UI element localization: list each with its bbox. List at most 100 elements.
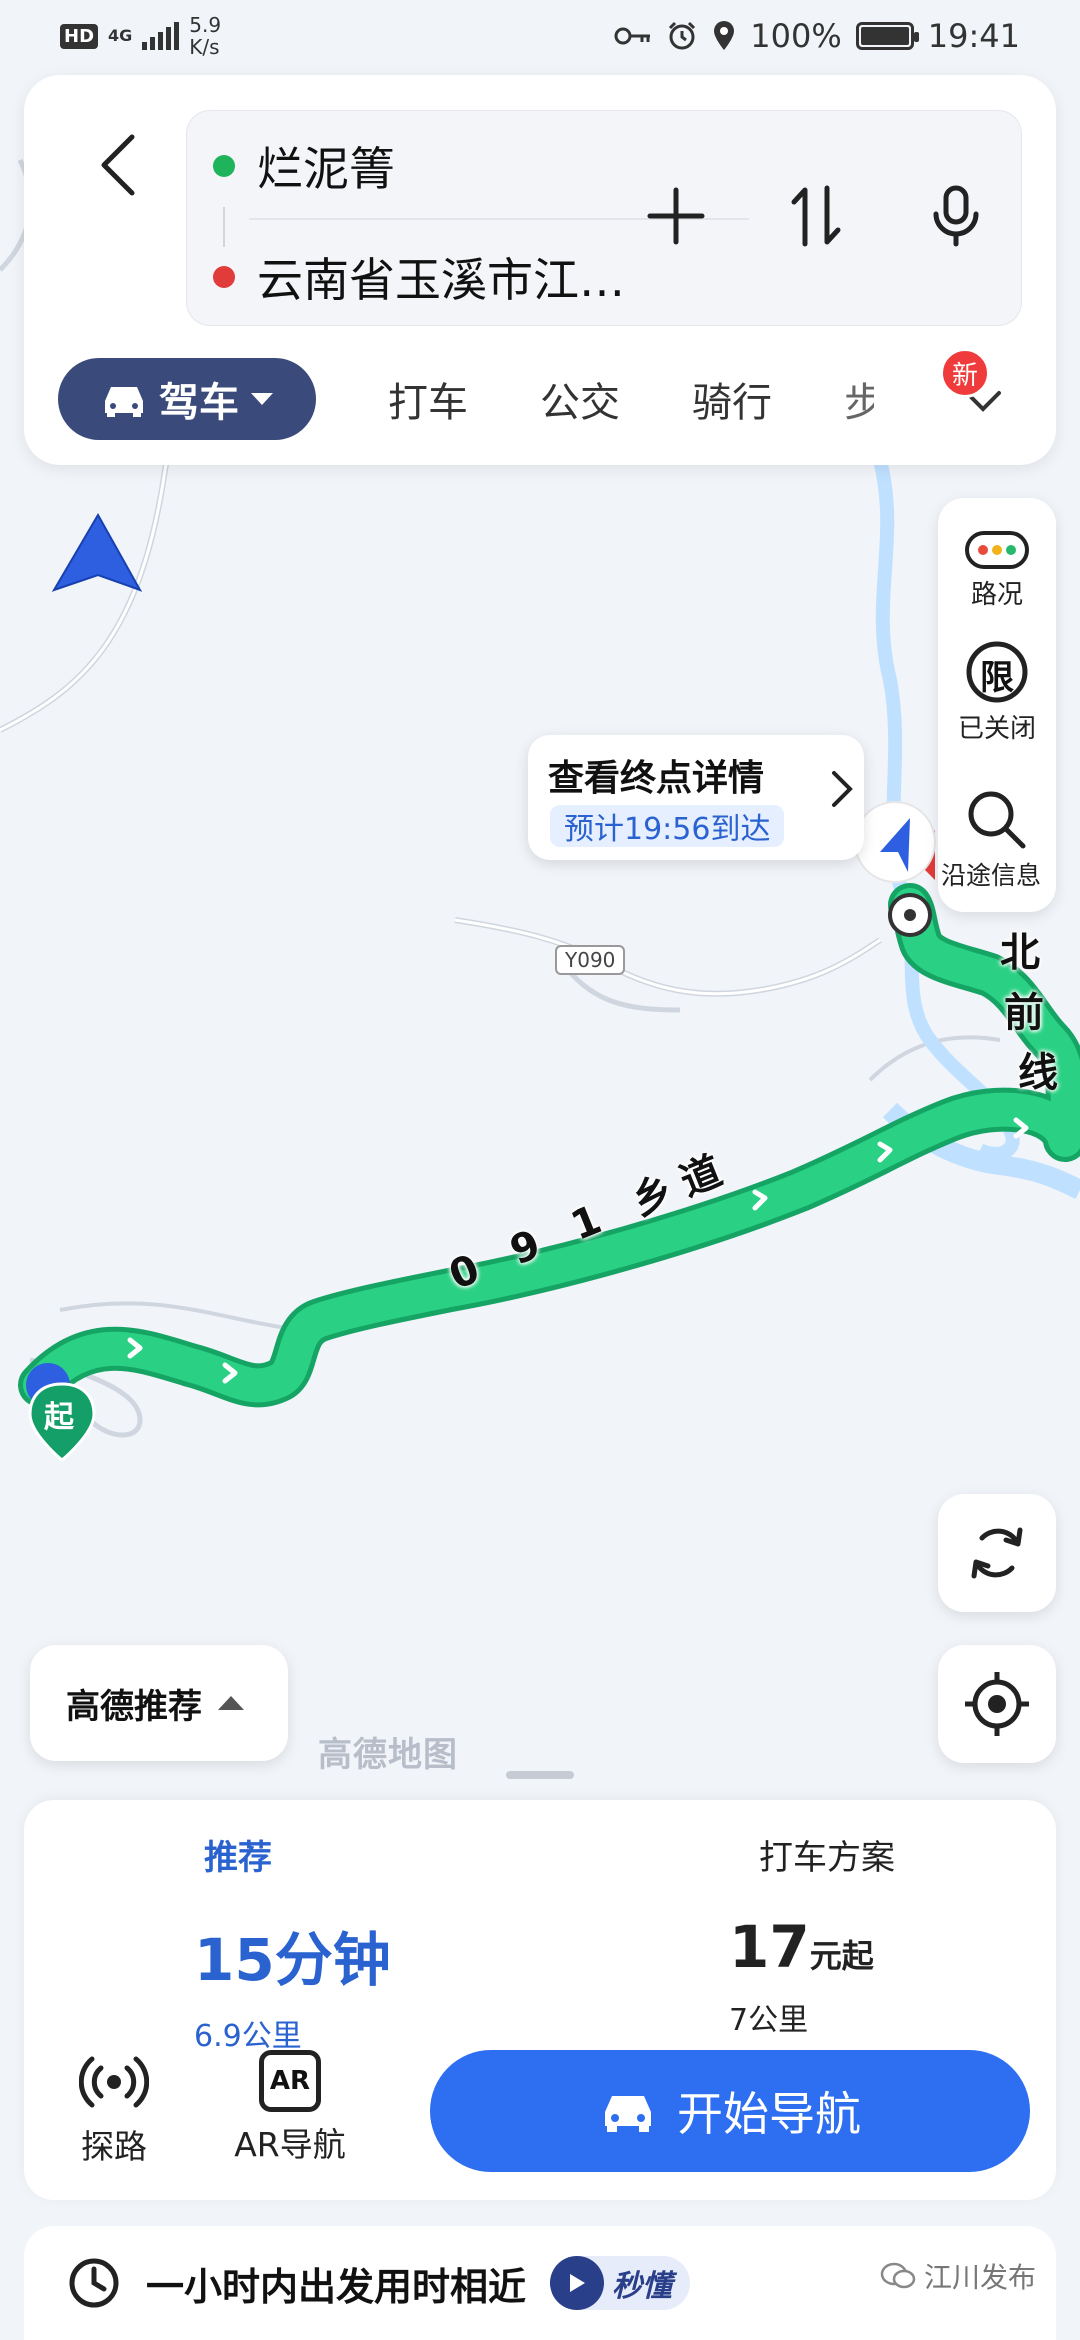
start-marker-label: 起: [44, 1400, 74, 1435]
explore-label: 探路: [81, 2127, 147, 2166]
road-shield: Y090: [555, 945, 626, 975]
net-speed-value: 5.9: [189, 13, 222, 37]
plan-tag: 打车方案: [759, 1838, 895, 1878]
map-road: [454, 918, 881, 996]
key-icon: [614, 27, 651, 45]
source-watermark: 江川发布: [880, 2256, 1036, 2296]
back-button[interactable]: [68, 115, 168, 215]
locate-me-button[interactable]: [938, 1645, 1056, 1763]
clock: 19:41: [927, 17, 1020, 55]
tab-drive[interactable]: 驾车: [58, 358, 316, 440]
plan-distance: 6.9公里: [194, 2019, 302, 2054]
road-label-beiqian-3: 线: [1018, 1050, 1058, 1096]
origin-text: 烂泥箐: [257, 142, 395, 196]
destination-callout[interactable]: 查看终点详情 预计19:56到达: [528, 735, 864, 860]
swap-button[interactable]: [781, 181, 851, 251]
location-icon: [714, 21, 735, 50]
hd-indicator: HD: [60, 23, 99, 49]
location-arrow-icon: [51, 512, 143, 592]
add-waypoint-button[interactable]: [641, 181, 711, 251]
more-modes-button[interactable]: 新: [940, 348, 1008, 426]
source-name: 江川发布: [923, 2261, 1036, 2294]
back-arrow-icon: [101, 134, 135, 196]
battery-icon: [855, 22, 919, 50]
plan-tag: 推荐: [204, 1838, 272, 1878]
recommend-label: 高德推荐: [66, 1686, 202, 1727]
destination-dot-icon: [213, 266, 235, 288]
route-plans-sheet: 推荐 15分钟 6.9公里 打车方案 17元起 7公里 探路 AR AR导航 开…: [24, 1800, 1056, 2200]
car-icon: [105, 387, 143, 417]
wechat-icon: [880, 2262, 916, 2289]
new-badge: 新: [940, 348, 990, 398]
crosshair-icon: [965, 1672, 1029, 1736]
ar-icon-text: AR: [269, 2066, 311, 2096]
map-road: [59, 1301, 301, 1332]
route-card: 烂泥箐 云南省玉溪市江… 驾车 打车 公交 骑行 步 新: [24, 75, 1056, 465]
map-layers-panel: 路况 限 已关闭 沿途信息: [938, 498, 1056, 912]
eta-badge: 预计19:56到达: [550, 805, 785, 847]
refresh-route-button[interactable]: [938, 1494, 1056, 1612]
battery-fill: [860, 27, 909, 45]
car-icon: [605, 2096, 651, 2132]
plan-recommended[interactable]: 推荐 15分钟 6.9公里: [194, 1830, 391, 2055]
search-icon: [968, 791, 1026, 849]
net-speed: 5.9 K/s: [189, 14, 221, 58]
ar-icon: AR: [259, 2050, 321, 2112]
explore-button[interactable]: 探路: [44, 2050, 184, 2168]
origin-dot-icon: [213, 155, 235, 177]
plan-price: 17元起: [729, 1913, 895, 1981]
clock-icon: [69, 2258, 119, 2308]
start-navigation-label: 开始导航: [677, 2087, 861, 2141]
plus-icon: [647, 187, 705, 245]
plan-taxi[interactable]: 打车方案 17元起 7公里: [729, 1830, 895, 2039]
destination-callout-title: 查看终点详情: [548, 758, 765, 799]
destination-row[interactable]: 云南省玉溪市江…: [213, 244, 625, 310]
status-bar: HD 4G 5.9 K/s 100% 19:41: [0, 0, 1080, 72]
battery-percent: 100%: [750, 17, 842, 55]
route-actions: [641, 181, 991, 251]
route-connector: [223, 207, 225, 247]
plan-distance: 7公里: [729, 2003, 809, 2038]
recommend-selector[interactable]: 高德推荐: [30, 1645, 288, 1761]
microphone-icon: [933, 185, 979, 247]
along-route-info[interactable]: 沿途信息: [938, 788, 1056, 892]
voice-button[interactable]: [921, 181, 991, 251]
restriction-icon-text: 限: [980, 658, 1014, 698]
traffic-toggle[interactable]: 路况: [938, 530, 1056, 611]
traffic-label: 路况: [970, 580, 1023, 610]
origin-row[interactable]: 烂泥箐: [213, 133, 395, 199]
tab-walk[interactable]: 步: [844, 370, 874, 428]
restriction-toggle[interactable]: 限 已关闭: [938, 640, 1056, 745]
road-label-beiqian-2: 前: [1004, 990, 1044, 1036]
sheet-drag-handle[interactable]: [506, 1771, 574, 1779]
destination-text: 云南省玉溪市江…: [257, 253, 625, 307]
ar-navigation-button[interactable]: AR AR导航: [220, 2050, 360, 2166]
start-navigation-button[interactable]: 开始导航: [430, 2050, 1030, 2172]
plan-duration: 15分钟: [194, 1926, 391, 1994]
caret-up-icon: [218, 1696, 244, 1710]
map-watermark: 高德地图: [318, 1735, 458, 1775]
transport-mode-tabs: 驾车 打车 公交 骑行 步 新: [58, 348, 1038, 440]
net-speed-unit: K/s: [189, 35, 220, 59]
destination-pin-center: [904, 909, 916, 921]
restriction-label: 已关闭: [957, 714, 1036, 744]
network-type: 4G: [108, 26, 133, 45]
radar-icon: [79, 2056, 149, 2108]
along-route-label: 沿途信息: [940, 861, 1041, 890]
tab-bike[interactable]: 骑行: [692, 370, 772, 428]
play-icon: [550, 2256, 605, 2310]
tab-drive-label: 驾车: [159, 380, 239, 426]
departure-tip-bar[interactable]: 一小时内出发用时相近 秒懂 江川发布: [24, 2226, 1056, 2340]
quick-explain-label: 秒懂: [612, 2269, 673, 2304]
swap-icon: [791, 185, 841, 247]
road-label-beiqian-1: 北: [1000, 930, 1040, 976]
departure-tip-text: 一小时内出发用时相近: [146, 2264, 527, 2309]
signal-icon: [142, 22, 180, 50]
ar-label: AR导航: [234, 2125, 346, 2164]
tab-taxi[interactable]: 打车: [388, 370, 468, 428]
refresh-icon: [971, 1527, 1023, 1579]
quick-explain-button[interactable]: 秒懂: [550, 2256, 691, 2310]
price-value: 17: [729, 1913, 810, 1981]
tab-transit[interactable]: 公交: [540, 370, 620, 428]
route-input-box: 烂泥箐 云南省玉溪市江…: [186, 110, 1022, 326]
